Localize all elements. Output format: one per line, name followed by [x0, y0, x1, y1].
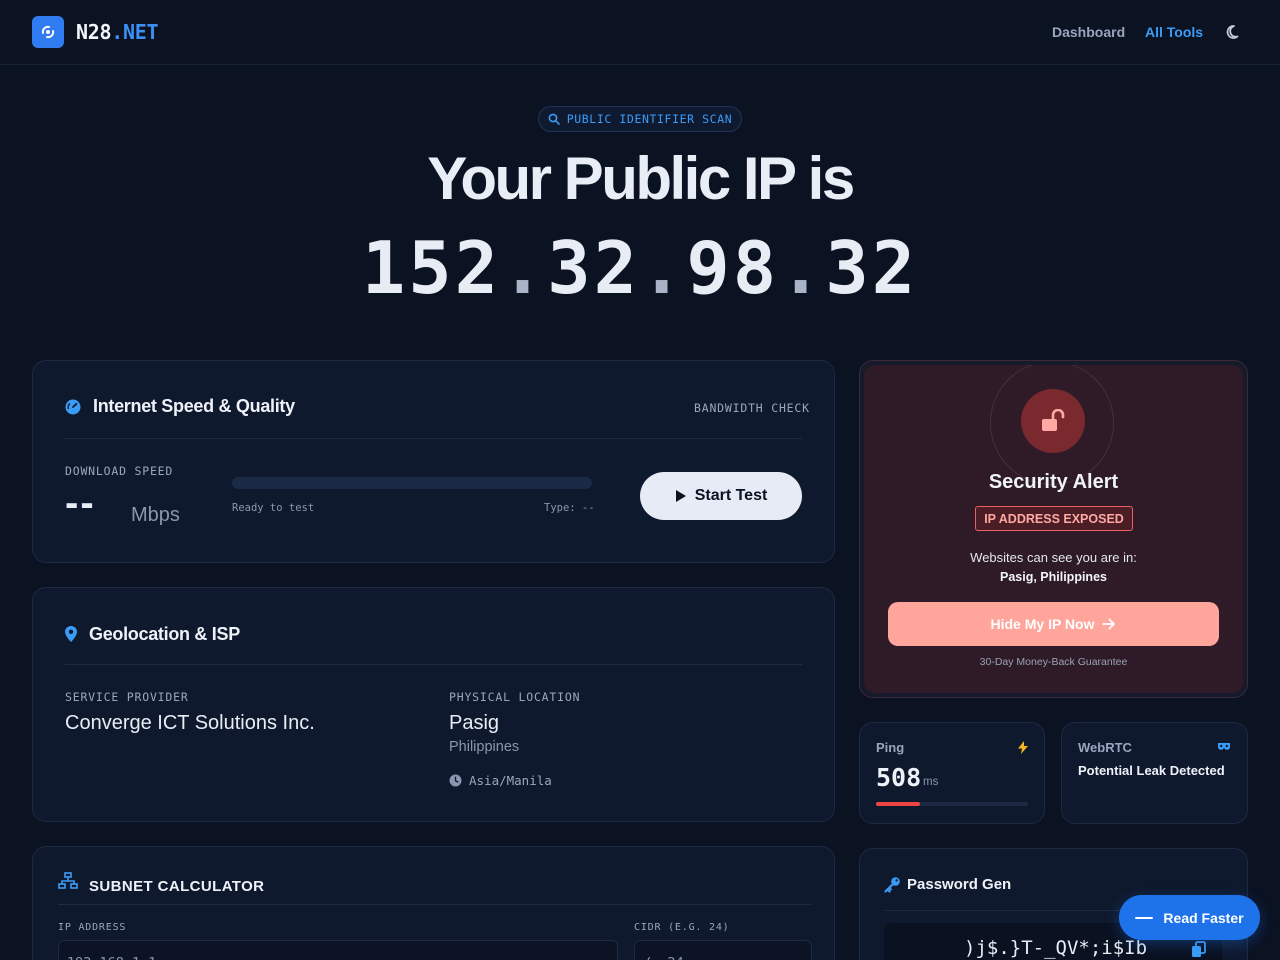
password-gen-title: Password Gen	[907, 876, 1012, 893]
exposure-message: Websites can see you are in:	[970, 550, 1137, 565]
ip-address-input[interactable]: 192.168.1.1	[58, 940, 618, 960]
download-label: DOWNLOAD SPEED	[65, 464, 174, 478]
service-provider-value: Converge ICT Solutions Inc.	[65, 712, 315, 734]
page-title: Your Public IP is	[427, 145, 855, 212]
subnet-title: SUBNET CALCULATOR	[89, 878, 265, 895]
physical-location-label: PHYSICAL LOCATION	[449, 690, 581, 704]
play-icon	[675, 490, 686, 502]
network-icon	[58, 872, 78, 889]
unlock-icon	[1021, 389, 1085, 453]
location-city: Pasig	[449, 712, 500, 734]
bandwidth-tag: BANDWIDTH CHECK	[694, 401, 810, 415]
scan-badge: PUBLIC IDENTIFIER SCAN	[538, 106, 742, 132]
geo-card-title: Geolocation & ISP	[89, 624, 240, 644]
divider	[65, 664, 802, 665]
security-alert-card: Security Alert IP ADDRESS EXPOSED Websit…	[859, 360, 1248, 698]
map-pin-icon	[65, 626, 77, 642]
service-provider-label: SERVICE PROVIDER	[65, 690, 189, 704]
subnet-card: SUBNET CALCULATOR IP ADDRESS CIDR (E.G. …	[32, 846, 835, 960]
top-header: N28.NET Dashboard All Tools	[0, 0, 1280, 65]
arrow-right-icon	[1102, 618, 1116, 630]
timezone: Asia/Manila	[449, 773, 552, 788]
money-back-guarantee: 30-Day Money-Back Guarantee	[979, 656, 1128, 668]
search-icon	[548, 113, 560, 125]
webrtc-card: WebRTC Potential Leak Detected	[1061, 722, 1248, 824]
ping-meter	[876, 802, 1028, 806]
brand-name[interactable]: N28.NET	[76, 20, 159, 44]
minus-icon	[1135, 916, 1154, 919]
speed-card-title: Internet Speed & Quality	[93, 396, 295, 416]
clock-icon	[449, 774, 462, 787]
divider	[58, 904, 812, 905]
cidr-input[interactable]: / 24	[634, 940, 812, 960]
password-value: )j$.}T-_QV*;i$Ib	[964, 937, 1148, 959]
public-ip[interactable]: 152.32.98.32	[0, 226, 1280, 310]
copy-icon[interactable]	[1191, 941, 1207, 959]
moon-icon[interactable]	[1226, 24, 1242, 40]
hide-my-ip-button[interactable]: Hide My IP Now	[888, 602, 1219, 646]
webrtc-label: WebRTC	[1078, 740, 1132, 755]
geo-card: Geolocation & ISP SERVICE PROVIDER Conve…	[32, 587, 835, 822]
ping-value: 508	[876, 763, 922, 792]
connection-type: Type: --	[544, 502, 595, 514]
webrtc-status: Potential Leak Detected	[1078, 763, 1225, 778]
mask-icon	[1218, 743, 1230, 750]
start-test-button[interactable]: Start Test	[640, 472, 802, 520]
ping-unit: ms	[923, 776, 939, 788]
ip-address-label: IP ADDRESS	[58, 922, 127, 933]
ip-exposed-badge: IP ADDRESS EXPOSED	[975, 506, 1133, 531]
ping-meter-fill	[876, 802, 921, 806]
speed-card: Internet Speed & Quality BANDWIDTH CHECK…	[32, 360, 835, 563]
download-value: --	[65, 481, 96, 525]
ping-card: Ping 508 ms	[859, 722, 1045, 824]
exposed-location: Pasig, Philippines	[1000, 570, 1107, 584]
location-country: Philippines	[449, 739, 520, 755]
divider	[65, 438, 802, 439]
gauge-icon	[65, 399, 81, 415]
scan-badge-label: PUBLIC IDENTIFIER SCAN	[566, 112, 733, 126]
speed-progress	[232, 477, 592, 489]
nav-dashboard[interactable]: Dashboard	[1052, 24, 1125, 40]
security-alert-title: Security Alert	[988, 471, 1119, 493]
download-unit: Mbps	[131, 504, 180, 526]
speed-status: Ready to test	[232, 502, 315, 514]
read-faster-button[interactable]: Read Faster	[1119, 895, 1260, 940]
cidr-label: CIDR (E.G. 24)	[634, 922, 730, 933]
ping-label: Ping	[876, 740, 905, 755]
logo-icon[interactable]	[32, 16, 64, 48]
key-icon	[884, 877, 900, 893]
nav-all-tools[interactable]: All Tools	[1145, 24, 1203, 40]
security-alert-panel: Security Alert IP ADDRESS EXPOSED Websit…	[864, 365, 1243, 693]
lightning-icon	[1018, 741, 1028, 754]
